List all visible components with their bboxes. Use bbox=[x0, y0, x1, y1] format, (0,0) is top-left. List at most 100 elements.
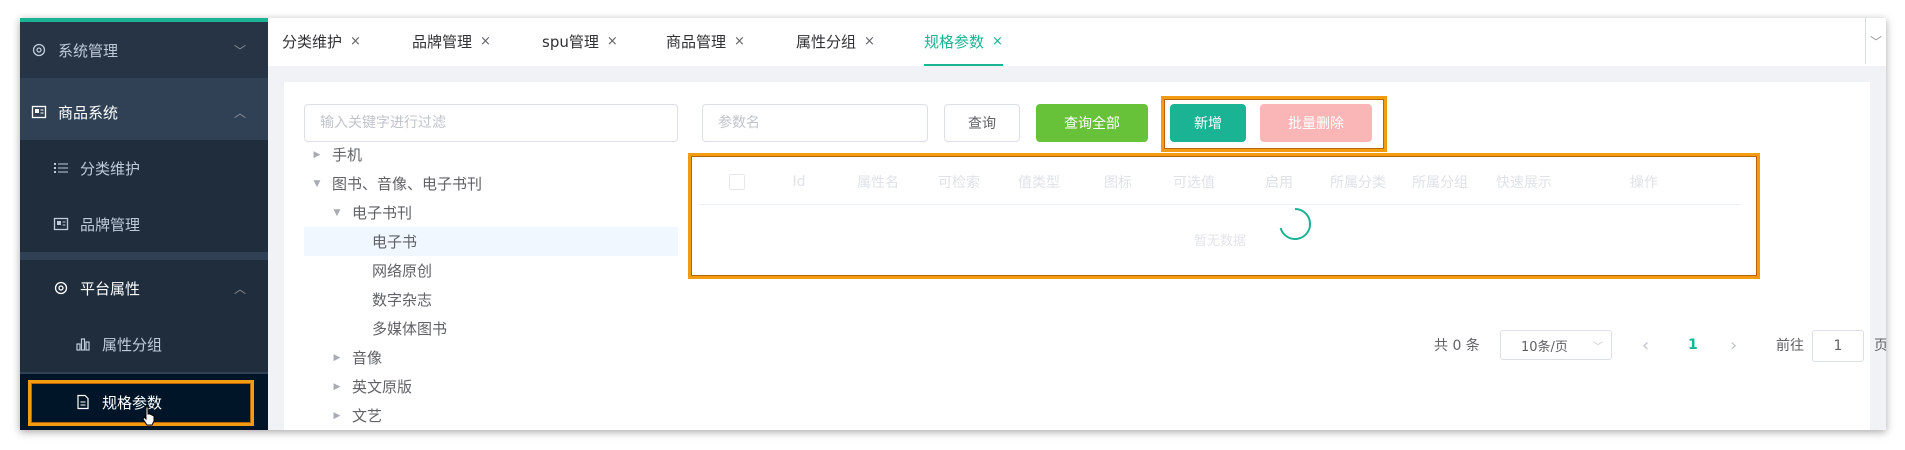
close-icon[interactable]: × bbox=[992, 34, 1003, 49]
tree-node[interactable]: ▶ 英文原版 bbox=[304, 372, 678, 401]
column-header: 值类型 bbox=[1018, 175, 1060, 191]
tree-node[interactable]: ▶ 文艺 bbox=[304, 401, 678, 430]
close-icon[interactable]: × bbox=[480, 34, 491, 49]
caret-down-icon[interactable]: ▼ bbox=[332, 208, 342, 218]
page-size-select[interactable]: 10条/页 ﹀ bbox=[1500, 330, 1612, 360]
caret-right-icon[interactable]: ▶ bbox=[332, 411, 342, 421]
column-header: 所属分类 bbox=[1330, 175, 1386, 191]
tab-spu[interactable]: spu管理 × bbox=[542, 18, 618, 64]
sidebar-item-system[interactable]: 系统管理 ﹀ bbox=[20, 22, 268, 78]
column-header: 属性名 bbox=[857, 175, 899, 191]
sidebar: 系统管理 ﹀ 商品系统 ︿ 分类维护 品牌管理 平台属性 ︿ 属性分组 规格参数 bbox=[20, 18, 268, 430]
sidebar-item-label: 品牌管理 bbox=[80, 215, 141, 234]
tree-node-label: 文艺 bbox=[352, 407, 383, 425]
next-page-button[interactable]: › bbox=[1730, 330, 1737, 360]
tree-node-label: 多媒体图书 bbox=[372, 320, 448, 338]
column-header: 可检索 bbox=[938, 175, 980, 191]
close-icon[interactable]: × bbox=[734, 34, 745, 49]
batch-delete-button[interactable]: 批量删除 bbox=[1260, 104, 1372, 142]
page-size-value: 10条/页 bbox=[1521, 339, 1568, 355]
sidebar-item-platform-attributes[interactable]: 平台属性 ︿ bbox=[20, 260, 268, 316]
tab-brand[interactable]: 品牌管理 × bbox=[412, 18, 491, 64]
caret-right-icon[interactable]: ▶ bbox=[312, 150, 322, 160]
sidebar-item-label: 平台属性 bbox=[80, 279, 141, 298]
caret-down-icon[interactable]: ▼ bbox=[312, 179, 322, 189]
app-window: 系统管理 ﹀ 商品系统 ︿ 分类维护 品牌管理 平台属性 ︿ 属性分组 规格参数… bbox=[20, 18, 1886, 430]
tree-node-label: 英文原版 bbox=[352, 378, 413, 396]
tree-node-label: 数字杂志 bbox=[372, 291, 433, 309]
main-area: ▶ 手机 ▼ 图书、音像、电子书刊 ▼ 电子书刊 电子书 网络原创 bbox=[268, 66, 1886, 430]
spec-params-table: Id 属性名 可检索 值类型 图标 可选值 启用 所属分类 所属分组 快速展示 … bbox=[699, 160, 1741, 266]
tree-node-label: 手机 bbox=[332, 146, 363, 164]
tree-node[interactable]: 多媒体图书 bbox=[304, 314, 678, 343]
tree-filter-input[interactable] bbox=[304, 104, 678, 142]
sidebar-item-category[interactable]: 分类维护 bbox=[20, 140, 268, 196]
tree-node[interactable]: 网络原创 bbox=[304, 256, 678, 285]
tree-node[interactable]: ▼ 电子书刊 bbox=[304, 198, 678, 227]
query-button[interactable]: 查询 bbox=[944, 104, 1020, 142]
pagination-total: 共 0 条 bbox=[1434, 338, 1480, 354]
page-number-current[interactable]: 1 bbox=[1688, 330, 1698, 360]
tree-node-label: 图书、音像、电子书刊 bbox=[332, 175, 483, 193]
tabs-more-button[interactable]: ﹀ bbox=[1865, 18, 1886, 64]
tab-label: 品牌管理 bbox=[412, 32, 473, 51]
close-icon[interactable]: × bbox=[864, 34, 875, 49]
tree-node-label: 网络原创 bbox=[372, 262, 433, 280]
column-header: Id bbox=[792, 174, 806, 190]
column-header: 可选值 bbox=[1173, 175, 1215, 191]
column-header: 快速展示 bbox=[1496, 175, 1552, 191]
sidebar-item-label: 商品系统 bbox=[58, 103, 119, 122]
sidebar-item-product-system[interactable]: 商品系统 ︿ bbox=[20, 84, 268, 140]
column-header: 启用 bbox=[1265, 175, 1293, 191]
gear-icon bbox=[52, 279, 70, 297]
query-all-button[interactable]: 查询全部 bbox=[1036, 104, 1148, 142]
tree-node[interactable]: ▼ 图书、音像、电子书刊 bbox=[304, 169, 678, 198]
sidebar-item-brand[interactable]: 品牌管理 bbox=[20, 196, 268, 252]
add-button[interactable]: 新增 bbox=[1170, 104, 1246, 142]
tab-attr-group[interactable]: 属性分组 × bbox=[796, 18, 875, 64]
chevron-up-icon: ︿ bbox=[233, 281, 246, 296]
param-name-input[interactable] bbox=[702, 104, 928, 142]
tree-node[interactable]: 数字杂志 bbox=[304, 285, 678, 314]
gear-icon bbox=[30, 41, 48, 59]
empty-text: 暂无数据 bbox=[1193, 234, 1246, 249]
tree-node[interactable]: ▶ 手机 bbox=[304, 140, 678, 169]
caret-right-icon[interactable]: ▶ bbox=[332, 353, 342, 363]
table-header: Id 属性名 可检索 值类型 图标 可选值 启用 所属分类 所属分组 快速展示 … bbox=[699, 160, 1741, 205]
tab-label: 规格参数 bbox=[924, 32, 985, 51]
close-icon[interactable]: × bbox=[607, 34, 618, 49]
column-header: 操作 bbox=[1630, 175, 1658, 191]
goto-label: 前往 bbox=[1776, 338, 1804, 354]
sidebar-item-attr-group[interactable]: 属性分组 bbox=[20, 316, 268, 372]
hand-cursor-icon bbox=[142, 406, 155, 426]
select-all-checkbox[interactable] bbox=[729, 174, 745, 190]
tree-node-label: 电子书 bbox=[372, 233, 418, 251]
tab-products[interactable]: 商品管理 × bbox=[666, 18, 745, 64]
category-tree: ▶ 手机 ▼ 图书、音像、电子书刊 ▼ 电子书刊 电子书 网络原创 数字杂志 多… bbox=[304, 140, 678, 430]
chevron-down-icon: ﹀ bbox=[1593, 341, 1603, 353]
sidebar-item-label: 系统管理 bbox=[58, 41, 119, 60]
id-card-icon bbox=[52, 215, 70, 233]
list-icon bbox=[52, 159, 70, 177]
tree-node-label: 电子书刊 bbox=[352, 204, 413, 222]
chevron-up-icon: ︿ bbox=[233, 105, 246, 120]
tree-node[interactable]: ▶ 音像 bbox=[304, 343, 678, 372]
page-suffix-label: 页 bbox=[1874, 338, 1886, 354]
tab-label: 分类维护 bbox=[282, 32, 343, 51]
goto-page-input[interactable] bbox=[1812, 330, 1864, 362]
tab-label: 属性分组 bbox=[796, 32, 857, 51]
sidebar-item-label: 分类维护 bbox=[80, 159, 141, 178]
tab-label: 商品管理 bbox=[666, 32, 727, 51]
tab-spec-params[interactable]: 规格参数 × bbox=[924, 18, 1003, 66]
content-card: ▶ 手机 ▼ 图书、音像、电子书刊 ▼ 电子书刊 电子书 网络原创 bbox=[284, 82, 1886, 430]
tree-node-label: 音像 bbox=[352, 349, 383, 367]
tab-category[interactable]: 分类维护 × bbox=[282, 18, 361, 64]
id-card-icon bbox=[30, 103, 48, 121]
tree-node-selected[interactable]: 电子书 bbox=[304, 227, 678, 256]
sidebar-item-label: 属性分组 bbox=[102, 335, 163, 354]
close-icon[interactable]: × bbox=[350, 34, 361, 49]
caret-right-icon[interactable]: ▶ bbox=[332, 382, 342, 392]
prev-page-button[interactable]: ‹ bbox=[1642, 330, 1649, 360]
column-header: 所属分组 bbox=[1412, 175, 1468, 191]
chevron-down-icon: ﹀ bbox=[233, 43, 246, 58]
